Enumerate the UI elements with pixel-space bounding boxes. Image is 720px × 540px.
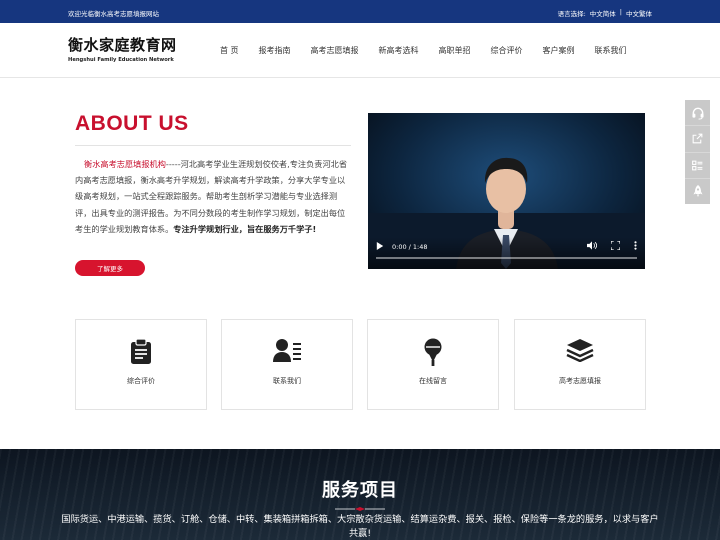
contact-card-icon [273, 338, 301, 368]
language-selector: 语言选择: 中文简体 | 中文繁体 [558, 8, 652, 18]
logo-chinese-text: 衡水家庭教育网 [68, 36, 177, 54]
card-label: 综合评价 [127, 377, 155, 385]
service-description: 国际货运、中港运输、揽货、订舱、仓储、中转、集装箱拼箱拆箱、大宗散杂货运输、结算… [61, 514, 659, 539]
lang-traditional-link[interactable]: 中文繁体 [626, 8, 652, 18]
about-title: ABOUT US [75, 112, 189, 135]
top-bar: 欢迎光临衡水高考志愿填报网站 语言选择: 中文简体 | 中文繁体 [0, 0, 720, 23]
card-label: 高考志愿填报 [559, 377, 601, 385]
nav-volunteer-filling[interactable]: 高考志愿填报 [301, 45, 369, 56]
nav-home[interactable]: 首 页 [212, 45, 249, 56]
welcome-text: 欢迎光临衡水高考志愿填报网站 [68, 10, 159, 18]
nav-comprehensive-evaluation[interactable]: 综合评价 [481, 45, 533, 56]
video-control-row: 0:00 / 1:48 [376, 240, 637, 252]
lang-separator: | [619, 8, 622, 16]
lang-simplified-link[interactable]: 中文简体 [590, 8, 616, 18]
nav-vocational-admission[interactable]: 高职单招 [429, 45, 481, 56]
title-decoration [335, 507, 385, 511]
about-description: 衡水高考志愿填报机构-----河北高考学业生涯规划佼佼者,专注负责河北省内高考志… [75, 156, 353, 237]
layers-icon [566, 338, 594, 366]
fullscreen-icon[interactable] [610, 240, 621, 252]
nav-contact-us[interactable]: 联系我们 [585, 45, 637, 56]
site-logo[interactable]: 衡水家庭教育网 Hengshui Family Education Networ… [68, 36, 178, 64]
main-nav: 首 页 报考指南 高考志愿填报 新高考选科 高职单招 综合评价 客户案例 联系我… [212, 23, 637, 78]
clipboard-icon [129, 338, 153, 368]
microphone-icon [423, 338, 443, 370]
card-online-message[interactable]: 在线留言 [367, 319, 499, 410]
video-time: 0:00 / 1:48 [392, 242, 428, 251]
about-divider [75, 145, 351, 146]
about-highlight-link[interactable]: 衡水高考志愿填报机构 [84, 159, 166, 169]
side-toolbar [685, 100, 710, 204]
learn-more-button[interactable]: 了解更多 [75, 260, 145, 276]
nav-client-cases[interactable]: 客户案例 [533, 45, 585, 56]
language-label: 语言选择: [557, 10, 586, 18]
card-comprehensive-evaluation[interactable]: 综合评价 [75, 319, 207, 410]
about-body-text: -----河北高考学业生涯规划佼佼者,专注负责河北省内高考志愿填报，衡水高考升学… [75, 159, 348, 234]
card-label: 联系我们 [273, 377, 301, 385]
video-player[interactable]: 0:00 / 1:48 [368, 113, 645, 269]
rocket-icon[interactable] [685, 179, 710, 204]
nav-subject-selection[interactable]: 新高考选科 [369, 45, 429, 56]
card-label: 在线留言 [419, 377, 447, 385]
logo-english-text: Hengshui Family Education Network [68, 57, 174, 63]
card-volunteer-filling[interactable]: 高考志愿填报 [514, 319, 646, 410]
service-title: 服务项目 [322, 480, 398, 501]
card-contact-us[interactable]: 联系我们 [221, 319, 353, 410]
service-banner: 服务项目 国际货运、中港运输、揽货、订舱、仓储、中转、集装箱拼箱拆箱、大宗散杂货… [0, 449, 720, 540]
list-icon[interactable] [685, 153, 710, 179]
more-options-icon[interactable] [634, 241, 637, 252]
play-icon[interactable] [376, 241, 384, 252]
volume-icon[interactable] [587, 241, 598, 252]
nav-guide[interactable]: 报考指南 [249, 45, 301, 56]
about-emphasis-text: 专注升学规划行业，旨在服务万千学子! [173, 223, 317, 234]
headset-icon[interactable] [685, 100, 710, 127]
site-header: 衡水家庭教育网 Hengshui Family Education Networ… [0, 23, 720, 78]
video-progress-bar[interactable] [376, 257, 637, 259]
share-icon[interactable] [685, 126, 710, 153]
